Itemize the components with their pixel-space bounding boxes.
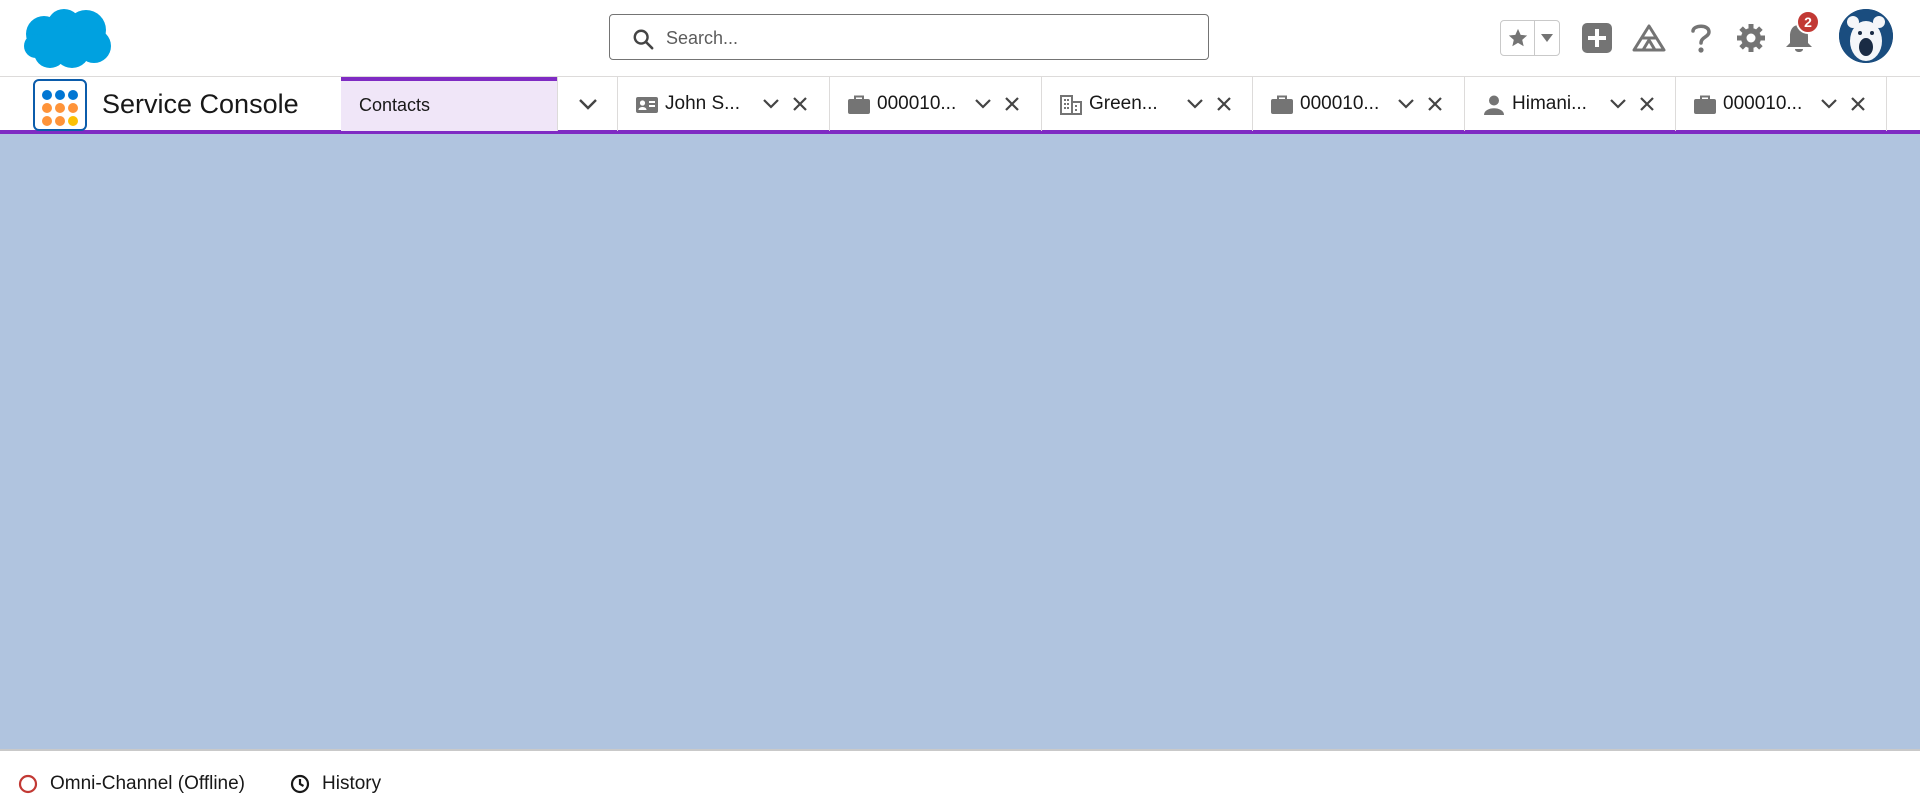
favorites-star-icon[interactable] <box>1501 21 1535 55</box>
case-briefcase-icon <box>848 94 870 116</box>
account-building-icon <box>1060 94 1082 116</box>
contact-card-icon <box>636 94 658 116</box>
omni-channel-utility[interactable]: Omni-Channel (Offline) <box>18 773 245 795</box>
offline-status-icon <box>18 774 38 794</box>
tab-actions-chevron-icon[interactable] <box>1818 93 1840 115</box>
close-tab-icon[interactable] <box>1424 93 1446 115</box>
close-tab-icon[interactable] <box>1001 93 1023 115</box>
workspace-tab-label: 000010... <box>1300 93 1380 114</box>
notification-count-badge: 2 <box>1796 10 1820 34</box>
omni-channel-label: Omni-Channel (Offline) <box>50 773 246 794</box>
workspace-tab-case-1[interactable]: 000010... <box>829 77 1041 131</box>
help-icon[interactable] <box>1682 19 1720 57</box>
tab-actions-chevron-icon[interactable] <box>1184 93 1206 115</box>
console-navigation-bar: Service Console Contacts John S... 00001… <box>0 76 1920 134</box>
person-icon <box>1483 94 1505 116</box>
history-label: History <box>322 773 382 794</box>
setup-gear-icon[interactable] <box>1732 19 1770 57</box>
workspace-content-area <box>0 134 1920 749</box>
tab-actions-chevron-icon[interactable] <box>1607 93 1629 115</box>
close-tab-icon[interactable] <box>1213 93 1235 115</box>
workspace-tab-label: 000010... <box>877 93 957 114</box>
history-utility[interactable]: History <box>290 773 381 795</box>
salesforce-logo[interactable] <box>22 8 112 70</box>
app-name: Service Console <box>102 89 299 119</box>
close-tab-icon[interactable] <box>789 93 811 115</box>
trailhead-icon[interactable] <box>1630 19 1668 57</box>
avatar[interactable] <box>1839 9 1893 63</box>
case-briefcase-icon <box>1694 94 1716 116</box>
workspace-tab-john[interactable]: John S... <box>617 77 829 131</box>
tab-contacts[interactable]: Contacts <box>341 77 557 131</box>
tab-bar-divider <box>1886 77 1887 131</box>
navigation-menu-chevron-icon[interactable] <box>557 77 617 131</box>
favorites-caret-icon[interactable] <box>1535 21 1559 55</box>
app-launcher-icon[interactable] <box>33 79 87 131</box>
workspace-tab-account[interactable]: Green... <box>1041 77 1253 131</box>
utility-bar: Omni-Channel (Offline) History <box>0 749 1920 812</box>
workspace-tab-label: Himani... <box>1512 93 1587 114</box>
favorites-button-group <box>1500 20 1560 56</box>
workspace-tab-label: 000010... <box>1723 93 1803 114</box>
tab-actions-chevron-icon[interactable] <box>1395 93 1417 115</box>
workspace-tab-case-2[interactable]: 000010... <box>1252 77 1464 131</box>
case-briefcase-icon <box>1271 94 1293 116</box>
close-tab-icon[interactable] <box>1636 93 1658 115</box>
workspace-tab-label: Green... <box>1089 93 1158 114</box>
tab-contacts-label: Contacts <box>359 95 431 115</box>
workspace-tab-label: John S... <box>665 93 740 114</box>
workspace-tab-person[interactable]: Himani... <box>1464 77 1676 131</box>
close-tab-icon[interactable] <box>1847 93 1869 115</box>
global-header: Search... 2 <box>0 0 1920 76</box>
global-search[interactable]: Search... <box>609 14 1209 60</box>
workspace-tab-case-3[interactable]: 000010... <box>1675 77 1887 131</box>
global-create-icon[interactable] <box>1578 19 1616 57</box>
search-icon <box>633 29 654 50</box>
clock-icon <box>290 774 310 794</box>
tab-actions-chevron-icon[interactable] <box>972 93 994 115</box>
tab-actions-chevron-icon[interactable] <box>760 93 782 115</box>
search-placeholder: Search... <box>666 28 739 48</box>
